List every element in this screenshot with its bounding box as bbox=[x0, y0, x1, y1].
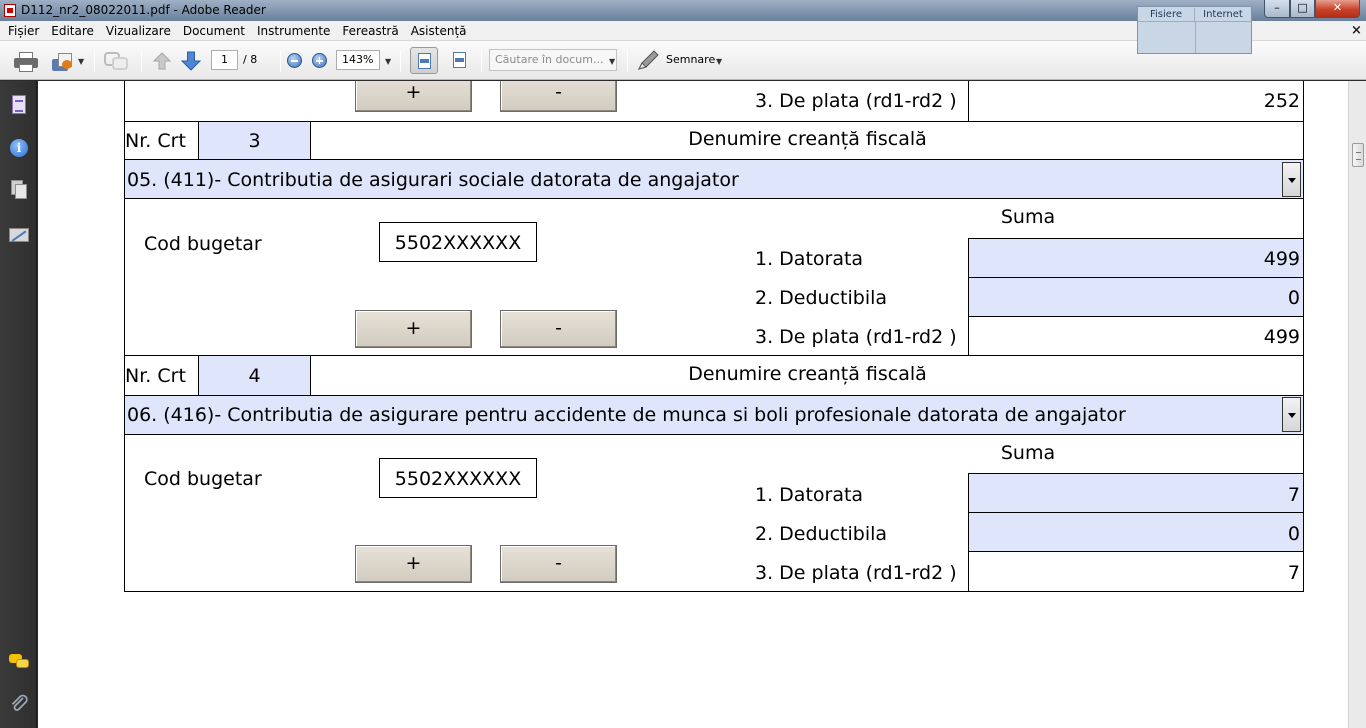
claim-dropdown-icon[interactable] bbox=[1282, 397, 1301, 432]
nr-crt-label: Nr. Crt bbox=[125, 130, 186, 152]
fit-width-icon[interactable] bbox=[410, 47, 438, 74]
tab-fisiere[interactable]: Fisiere bbox=[1138, 8, 1195, 22]
navigation-pane: i bbox=[0, 81, 37, 728]
sign-label[interactable]: Semnare bbox=[666, 53, 715, 66]
denumire-label: Denumire creanță fiscală bbox=[688, 363, 927, 385]
signatures-icon[interactable] bbox=[9, 224, 29, 244]
datorata-value: 7 bbox=[1287, 484, 1300, 506]
menu-editare[interactable]: Editare bbox=[45, 21, 100, 41]
search-input[interactable]: Căutare în docum... bbox=[489, 49, 617, 71]
suma-label: Suma bbox=[1000, 206, 1056, 228]
comment-icon bbox=[104, 51, 128, 71]
fit-page-icon[interactable] bbox=[446, 47, 474, 74]
pdf-app-icon bbox=[4, 4, 16, 17]
comments-icon[interactable] bbox=[9, 652, 29, 672]
menu-instrumente[interactable]: Instrumente bbox=[251, 21, 336, 41]
cod-bugetar-label: Cod bugetar bbox=[144, 233, 262, 255]
menu-document[interactable]: Document bbox=[177, 21, 251, 41]
sign-dropdown-icon[interactable]: ▼ bbox=[716, 57, 722, 66]
toolbar-separator bbox=[280, 50, 281, 72]
remove-row-button[interactable]: - bbox=[500, 545, 617, 583]
info-icon[interactable]: i bbox=[9, 138, 29, 158]
print-icon[interactable] bbox=[14, 52, 38, 72]
de-plata-label: 3. De plata (rd1-rd2 ) bbox=[755, 90, 957, 112]
share-dropdown-icon[interactable]: ▼ bbox=[78, 57, 84, 66]
de-plata-value: 7 bbox=[1287, 562, 1300, 584]
add-row-button[interactable]: + bbox=[355, 310, 472, 348]
toolbar-separator bbox=[141, 50, 142, 72]
de-plata-label: 3. De plata (rd1-rd2 ) bbox=[755, 562, 957, 584]
menu-asistenta[interactable]: Asistență bbox=[405, 21, 473, 41]
toolbar-separator bbox=[94, 50, 95, 72]
remove-row-button[interactable]: - bbox=[500, 310, 617, 348]
layers-icon[interactable] bbox=[9, 180, 29, 200]
search-dropdown-icon[interactable]: ▼ bbox=[609, 57, 615, 66]
claim-select-value: 06. (416)- Contributia de asigurare pent… bbox=[127, 404, 1126, 426]
claim-dropdown-icon[interactable] bbox=[1282, 162, 1301, 197]
attachment-icon[interactable] bbox=[9, 693, 29, 713]
denumire-label: Denumire creanță fiscală bbox=[688, 128, 927, 150]
page-total: / 8 bbox=[243, 53, 258, 66]
menu-fereastra[interactable]: Fereastră bbox=[336, 21, 404, 41]
de-plata-label: 3. De plata (rd1-rd2 ) bbox=[755, 326, 957, 348]
claim-select-value: 05. (411)- Contributia de asigurari soci… bbox=[127, 169, 739, 191]
scrollbar-thumb[interactable] bbox=[1352, 143, 1364, 167]
deductibila-value: 0 bbox=[1287, 287, 1300, 309]
deductibila-label: 2. Deductibila bbox=[755, 287, 888, 309]
panel-divider bbox=[1195, 22, 1196, 53]
zoom-level-input[interactable]: 143% bbox=[336, 50, 380, 70]
pages-panel-icon[interactable] bbox=[9, 95, 29, 115]
nr-crt-value: 3 bbox=[248, 130, 261, 152]
vertical-scrollbar[interactable] bbox=[1348, 81, 1366, 728]
de-plata-value[interactable]: 252 bbox=[970, 90, 1302, 112]
datorata-value: 499 bbox=[1263, 248, 1300, 270]
window-controls: – □ ✕ bbox=[1264, 0, 1360, 18]
minimize-button[interactable]: – bbox=[1264, 0, 1290, 18]
document-view: + - 3. De plata (rd1-rd2 ) 252 Nr. Crt 3… bbox=[38, 81, 1348, 728]
add-row-button[interactable]: + bbox=[355, 81, 472, 112]
remove-row-button[interactable]: - bbox=[500, 81, 617, 112]
cod-bugetar-label: Cod bugetar bbox=[144, 468, 262, 490]
page-number-input[interactable]: 1 bbox=[211, 50, 238, 70]
add-row-button[interactable]: + bbox=[355, 545, 472, 583]
cod-bugetar-value: 5502XXXXXX bbox=[394, 232, 522, 254]
toolbar-separator bbox=[400, 50, 401, 72]
datorata-label: 1. Datorata bbox=[755, 484, 864, 506]
document-close-button[interactable]: × bbox=[1351, 23, 1362, 38]
deductibila-label: 2. Deductibila bbox=[755, 523, 888, 545]
suma-label: Suma bbox=[1000, 442, 1056, 464]
menu-fisier[interactable]: Fișier bbox=[2, 21, 45, 41]
cod-bugetar-value: 5502XXXXXX bbox=[394, 468, 522, 490]
menu-vizualizare[interactable]: Vizualizare bbox=[100, 21, 177, 41]
maximize-button[interactable]: □ bbox=[1290, 0, 1315, 18]
nr-crt-value: 4 bbox=[248, 365, 261, 387]
previous-page-icon[interactable] bbox=[152, 51, 172, 71]
overlay-tabs-panel: Fisiere Internet bbox=[1137, 6, 1252, 54]
deductibila-value: 0 bbox=[1287, 523, 1300, 545]
tab-internet[interactable]: Internet bbox=[1195, 8, 1251, 22]
toolbar-separator bbox=[481, 50, 482, 72]
close-button[interactable]: ✕ bbox=[1315, 0, 1360, 18]
de-plata-value: 499 bbox=[1263, 326, 1300, 348]
zoom-dropdown-icon[interactable]: ▼ bbox=[385, 57, 391, 66]
zoom-in-icon[interactable] bbox=[312, 53, 327, 68]
datorata-label: 1. Datorata bbox=[755, 248, 864, 270]
zoom-out-icon[interactable] bbox=[287, 53, 302, 68]
pen-sign-icon[interactable] bbox=[636, 50, 660, 72]
share-icon[interactable] bbox=[52, 51, 74, 73]
window-title: D112_nr2_08022011.pdf - Adobe Reader bbox=[21, 3, 266, 17]
next-page-icon[interactable] bbox=[180, 51, 202, 71]
toolbar-separator bbox=[627, 50, 628, 72]
nr-crt-label: Nr. Crt bbox=[125, 365, 186, 387]
